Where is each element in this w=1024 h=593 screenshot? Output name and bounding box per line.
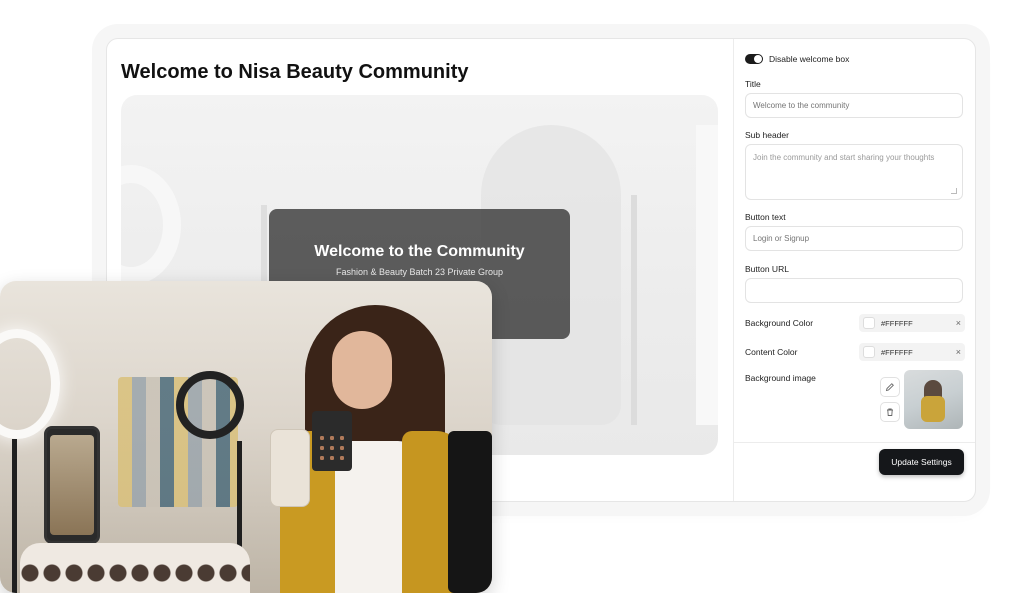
disable-welcome-toggle[interactable] bbox=[745, 54, 763, 64]
pencil-icon bbox=[885, 383, 894, 392]
phone-on-tripod bbox=[270, 429, 310, 507]
button-text-label: Button text bbox=[745, 212, 786, 222]
background-color-row: Background Color #FFFFFF × bbox=[745, 314, 967, 332]
content-color-picker[interactable]: #FFFFFF × bbox=[859, 343, 965, 361]
button-text-input[interactable] bbox=[745, 226, 963, 251]
background-color-swatch[interactable] bbox=[863, 317, 875, 329]
settings-footer-divider bbox=[734, 442, 975, 443]
background-photo bbox=[0, 281, 492, 593]
chair bbox=[448, 431, 492, 593]
content-color-row: Content Color #FFFFFF × bbox=[745, 343, 967, 361]
subheader-textarea[interactable]: Join the community and start sharing you… bbox=[745, 144, 963, 200]
button-url-label: Button URL bbox=[745, 264, 789, 274]
settings-panel: Disable welcome box Title Sub header Joi… bbox=[733, 39, 975, 501]
phone-on-stand bbox=[44, 426, 100, 544]
background-color-value: #FFFFFF bbox=[881, 318, 913, 328]
title-input[interactable] bbox=[745, 93, 963, 118]
subheader-label: Sub header bbox=[745, 130, 789, 140]
thumbnail-jacket bbox=[921, 396, 945, 422]
clear-background-color-icon[interactable]: × bbox=[956, 318, 961, 328]
resize-grip-icon[interactable] bbox=[951, 188, 957, 194]
content-color-swatch[interactable] bbox=[863, 346, 875, 358]
disable-welcome-label: Disable welcome box bbox=[769, 54, 850, 64]
eyeshadow-palette bbox=[312, 411, 352, 471]
button-url-input[interactable] bbox=[745, 278, 963, 303]
welcome-box-title: Welcome to the Community bbox=[314, 243, 525, 260]
page-title: Welcome to Nisa Beauty Community bbox=[121, 61, 469, 83]
title-label: Title bbox=[745, 79, 761, 89]
background-image-label: Background image bbox=[745, 373, 816, 383]
clear-content-color-icon[interactable]: × bbox=[956, 347, 961, 357]
background-color-picker[interactable]: #FFFFFF × bbox=[859, 314, 965, 332]
small-ring-light bbox=[176, 371, 244, 439]
makeup-brushes bbox=[20, 543, 250, 593]
welcome-box-subtitle: Fashion & Beauty Batch 23 Private Group bbox=[335, 267, 504, 277]
disable-welcome-toggle-row[interactable]: Disable welcome box bbox=[745, 54, 849, 64]
content-color-value: #FFFFFF bbox=[881, 347, 913, 357]
subheader-placeholder: Join the community and start sharing you… bbox=[753, 153, 935, 162]
background-image-thumbnail[interactable] bbox=[904, 370, 963, 429]
background-color-label: Background Color bbox=[745, 318, 814, 328]
preview-background-ring-light bbox=[121, 165, 181, 285]
trash-icon bbox=[887, 408, 893, 416]
preview-background-stand bbox=[631, 195, 637, 425]
update-settings-button[interactable]: Update Settings bbox=[879, 449, 964, 475]
woman-face bbox=[332, 331, 392, 409]
content-color-label: Content Color bbox=[745, 347, 798, 357]
edit-image-button[interactable] bbox=[880, 377, 900, 397]
delete-image-button[interactable] bbox=[880, 402, 900, 422]
ring-light bbox=[0, 329, 60, 439]
ring-light-stand bbox=[12, 439, 17, 593]
preview-background-panel bbox=[696, 125, 718, 425]
